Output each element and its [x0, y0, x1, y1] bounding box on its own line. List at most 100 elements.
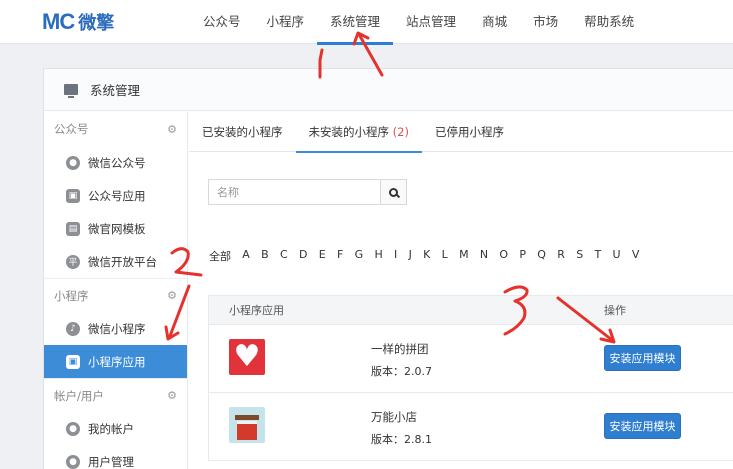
letter-filter-item[interactable]: M: [459, 248, 469, 264]
tab-label: 已停用小程序: [434, 125, 504, 139]
count-badge: (2): [392, 125, 409, 139]
tab-not-installed[interactable]: 未安装的小程序 (2): [295, 112, 423, 153]
sidebar-group-official-account: 公众号 ⚙: [44, 112, 187, 146]
letter-filter-item[interactable]: I: [394, 248, 397, 264]
app-icon: ▣: [66, 188, 80, 203]
letter-filter-item[interactable]: F: [337, 248, 343, 264]
sidebar-item-label: 微信开放平台: [88, 254, 157, 269]
sidebar-item-open-platform[interactable]: 平 微信开放平台: [44, 245, 187, 278]
tab-installed[interactable]: 已安装的小程序: [189, 112, 296, 152]
template-icon: ▤: [66, 221, 80, 236]
users-icon: ●: [66, 454, 80, 469]
user-icon: ●: [66, 421, 80, 436]
sidebar-item-user-management[interactable]: ● 用户管理: [44, 445, 187, 469]
monitor-icon: [64, 84, 78, 98]
letter-filter: 全部 A B C D E F G H I J K L M N O P Q R S…: [209, 248, 651, 264]
top-navbar: MC 微擎 公众号 小程序 系统管理 站点管理 商城 市场 帮助系统: [0, 0, 733, 45]
app-name: 一样的拼团: [371, 342, 429, 356]
sidebar-group-mini-program: 小程序 ⚙: [44, 278, 187, 312]
panel-header: 系统管理: [44, 69, 733, 111]
search-button[interactable]: [380, 180, 406, 204]
nav-item-store[interactable]: 商城: [469, 0, 520, 44]
logo-mark: MC: [42, 9, 75, 34]
table-row: 万能小店 版本：2.8.1 安装应用模块: [208, 393, 733, 461]
nav-item-market[interactable]: 市场: [520, 0, 571, 44]
nav-item-mini-program[interactable]: 小程序: [254, 0, 318, 44]
search-box: [208, 179, 407, 205]
app-table: 小程序应用 操作 一样的拼团 版本：2.0.7 安装应用模块 万能小店 版本：2…: [208, 295, 733, 461]
nav-item-help[interactable]: 帮助系统: [571, 0, 647, 44]
letter-filter-item[interactable]: O: [499, 248, 508, 264]
tab-label: 未安装的小程序: [308, 125, 390, 139]
system-panel: 系统管理 公众号 ⚙ ● 微信公众号 ▣ 公众号应用 ▤ 微官网模板 平 微信开…: [43, 68, 733, 469]
sidebar-group-accounts: 帐户/用户 ⚙: [44, 378, 187, 412]
sidebar-item-label: 用户管理: [88, 454, 134, 469]
letter-filter-item[interactable]: P: [519, 248, 526, 264]
nav-item-site-management[interactable]: 站点管理: [393, 0, 469, 44]
table-row: 一样的拼团 版本：2.0.7 安装应用模块: [208, 325, 733, 393]
letter-filter-item[interactable]: J: [409, 248, 412, 264]
miniprogram-icon: ♪: [66, 321, 80, 336]
letter-filter-item[interactable]: L: [442, 248, 448, 264]
letter-filter-item[interactable]: R: [557, 248, 565, 264]
app-version: 版本：2.8.1: [371, 433, 432, 446]
app-icon: ▣: [66, 354, 80, 369]
sidebar-item-wechat-miniprogram[interactable]: ♪ 微信小程序: [44, 312, 187, 345]
sidebar-item-wechat-account[interactable]: ● 微信公众号: [44, 146, 187, 179]
sidebar-item-site-templates[interactable]: ▤ 微官网模板: [44, 212, 187, 245]
platform-icon: 平: [66, 254, 80, 269]
sidebar-item-label: 公众号应用: [88, 188, 146, 203]
letter-filter-item[interactable]: A: [242, 248, 250, 264]
tab-disabled[interactable]: 已停用小程序: [422, 112, 517, 152]
nav-item-system-management[interactable]: 系统管理: [317, 0, 394, 45]
column-header-app: 小程序应用: [229, 304, 284, 317]
sidebar-group-label: 小程序: [54, 288, 89, 303]
tab-label: 已安装的小程序: [202, 125, 283, 139]
content-area: 已安装的小程序 未安装的小程序 (2) 已停用小程序 全部 A B C D E …: [189, 112, 733, 469]
nav-item-official-account[interactable]: 公众号: [190, 0, 254, 44]
app-version: 版本：2.0.7: [371, 365, 432, 378]
sidebar-item-my-account[interactable]: ● 我的帐户: [44, 412, 187, 445]
main-nav: 公众号 小程序 系统管理 站点管理 商城 市场 帮助系统: [190, 0, 647, 45]
wechat-icon: ●: [66, 155, 80, 170]
letter-filter-item[interactable]: E: [319, 248, 326, 264]
letter-filter-item[interactable]: U: [613, 248, 621, 264]
sidebar-item-label: 微官网模板: [88, 221, 146, 236]
letter-filter-item[interactable]: D: [299, 248, 307, 264]
letter-filter-item[interactable]: G: [355, 248, 364, 264]
search-input[interactable]: [209, 180, 380, 204]
letter-filter-item[interactable]: C: [280, 248, 288, 264]
sidebar-item-label: 小程序应用: [88, 354, 146, 369]
gear-icon[interactable]: ⚙: [167, 389, 177, 402]
page-title: 系统管理: [90, 83, 141, 98]
letter-filter-item[interactable]: T: [595, 248, 602, 264]
search-icon: [389, 187, 398, 197]
app-name: 万能小店: [371, 410, 417, 424]
gear-icon[interactable]: ⚙: [167, 289, 177, 302]
letter-filter-item[interactable]: S: [576, 248, 583, 264]
install-module-button[interactable]: 安装应用模块: [604, 345, 681, 371]
letter-filter-item[interactable]: V: [632, 248, 640, 264]
app-thumbnail: [229, 339, 265, 375]
sidebar-item-label: 我的帐户: [88, 421, 134, 436]
sidebar: 公众号 ⚙ ● 微信公众号 ▣ 公众号应用 ▤ 微官网模板 平 微信开放平台 小…: [44, 112, 188, 469]
letter-filter-item[interactable]: N: [480, 248, 488, 264]
install-module-button[interactable]: 安装应用模块: [604, 413, 681, 439]
table-header: 小程序应用 操作: [208, 295, 733, 325]
letter-filter-all[interactable]: 全部: [209, 248, 231, 264]
sidebar-group-label: 公众号: [54, 122, 89, 136]
sidebar-item-label: 微信小程序: [88, 321, 146, 336]
sidebar-group-label: 帐户/用户: [54, 388, 104, 403]
gear-icon[interactable]: ⚙: [167, 123, 177, 136]
tab-bar: 已安装的小程序 未安装的小程序 (2) 已停用小程序: [189, 112, 733, 153]
sidebar-item-miniprogram-apps[interactable]: ▣ 小程序应用: [44, 345, 187, 378]
logo-text: 微擎: [78, 13, 115, 34]
brand-logo[interactable]: MC 微擎: [42, 9, 114, 35]
letter-filter-item[interactable]: Q: [537, 248, 546, 264]
letter-filter-item[interactable]: K: [423, 248, 430, 264]
sidebar-item-account-apps[interactable]: ▣ 公众号应用: [44, 179, 187, 212]
letter-filter-item[interactable]: H: [374, 248, 382, 264]
letter-filter-item[interactable]: B: [261, 248, 269, 264]
column-header-operation: 操作: [604, 304, 626, 317]
app-thumbnail: [229, 407, 265, 443]
